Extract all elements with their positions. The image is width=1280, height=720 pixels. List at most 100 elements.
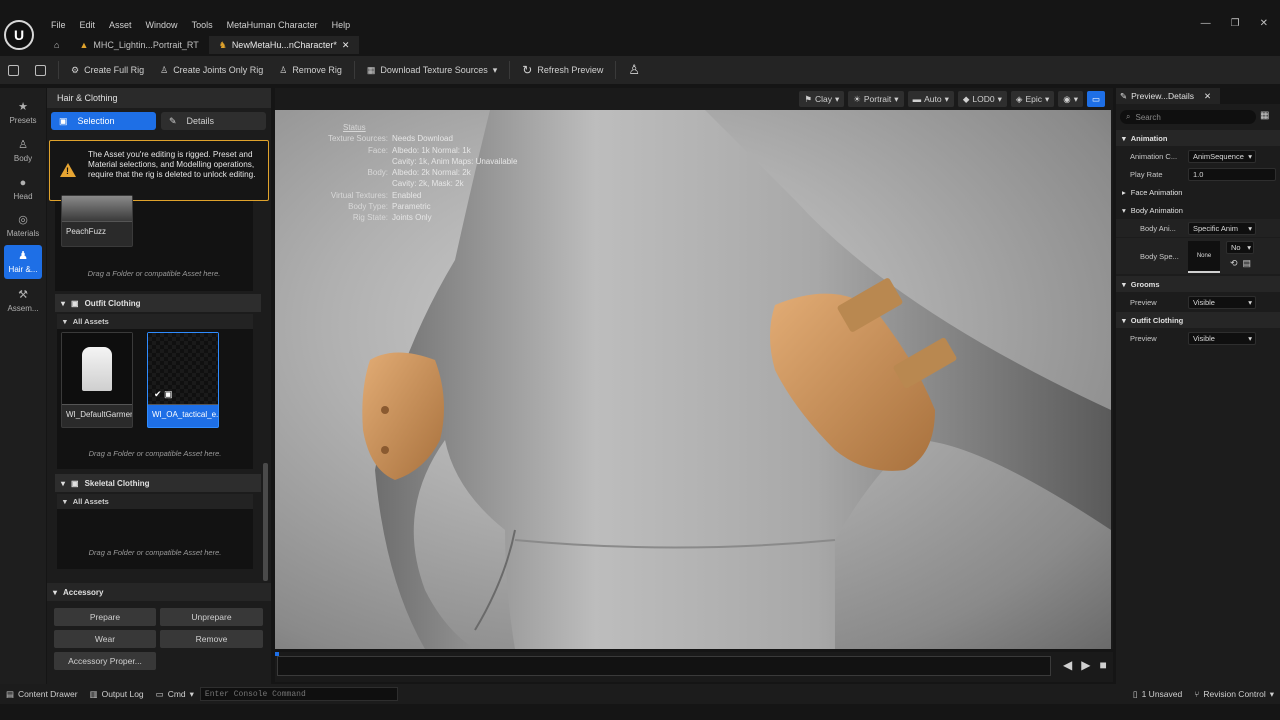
- menu-file[interactable]: File: [44, 19, 73, 31]
- lighting-dropdown[interactable]: ☀ Portrait ▾: [848, 91, 904, 107]
- skeletal-clothing-header[interactable]: ▾ ▣ Skeletal Clothing: [55, 474, 261, 492]
- skeletal-clothing-label: Skeletal Clothing: [84, 478, 150, 488]
- tab-details[interactable]: ✎ Details: [161, 112, 266, 130]
- camera-dropdown[interactable]: ▬ Auto ▾: [907, 91, 954, 107]
- accessory-properties-button[interactable]: Accessory Proper...: [54, 652, 156, 670]
- chevron-down-icon: ▾: [1269, 688, 1274, 699]
- grooms-preview-dropdown[interactable]: Visible ▾: [1188, 296, 1256, 309]
- body-spec-dropdown[interactable]: No ▾: [1226, 241, 1254, 254]
- unreal-logo-icon[interactable]: U: [4, 20, 34, 50]
- remove-rig-button[interactable]: ♙ Remove Rig: [271, 56, 350, 84]
- revision-control-button[interactable]: ⑂ Revision Control ▾: [1188, 689, 1280, 700]
- refresh-preview-label: Refresh Preview: [537, 65, 604, 75]
- menu-window[interactable]: Window: [139, 19, 185, 31]
- close-icon[interactable]: ✕: [342, 40, 350, 51]
- tab-character[interactable]: ♞ NewMetaHu...nCharacter* ✕: [208, 36, 360, 54]
- outfit-preview-label: Preview: [1130, 333, 1157, 343]
- layout-toggle[interactable]: ▭: [1086, 91, 1105, 107]
- minimize-icon[interactable]: —: [1201, 18, 1211, 29]
- skeletal-asset-area: Drag a Folder or compatible Asset here.: [57, 509, 253, 569]
- save-button[interactable]: [0, 56, 27, 84]
- peachfuzz-asset[interactable]: PeachFuzz: [61, 195, 133, 247]
- grooms-preview-value: Visible: [1193, 298, 1215, 307]
- animation-section[interactable]: ▾ Animation: [1116, 130, 1280, 146]
- play-icon[interactable]: ▶: [1081, 658, 1090, 672]
- user-button[interactable]: ♙: [620, 56, 648, 84]
- rail-body[interactable]: ♙ Body: [4, 134, 42, 168]
- view-mode-dropdown[interactable]: ⚑ Clay ▾: [799, 91, 845, 107]
- rail-materials[interactable]: ◎ Materials: [4, 209, 42, 243]
- grid-view-icon[interactable]: ▦: [1260, 110, 1269, 121]
- create-joints-only-rig-button[interactable]: ♙ Create Joints Only Rig: [152, 56, 271, 84]
- outfit-clothing-header[interactable]: ▾ ▣ Outfit Clothing: [55, 294, 261, 312]
- grooms-section[interactable]: ▾ Grooms: [1116, 276, 1280, 292]
- browse-button[interactable]: [27, 56, 54, 84]
- browse-icon[interactable]: ▤: [1243, 258, 1252, 269]
- rail-assembly[interactable]: ⚒ Assem...: [4, 284, 42, 318]
- cmd-dropdown[interactable]: ▭ Cmd ▾: [150, 689, 200, 700]
- skeletal-all-assets-header[interactable]: ▾ All Assets: [57, 494, 253, 509]
- maximize-icon[interactable]: ❐: [1231, 18, 1240, 29]
- menu-help[interactable]: Help: [325, 19, 358, 31]
- menu-edit[interactable]: Edit: [73, 19, 103, 31]
- use-selected-icon[interactable]: ⟲: [1230, 258, 1238, 269]
- default-garment-asset[interactable]: WI_DefaultGarment: [61, 332, 133, 428]
- body-animation-section[interactable]: ▾ Body Animation: [1116, 202, 1280, 218]
- user-icon: ♙: [628, 62, 641, 77]
- content-drawer-button[interactable]: ▤ Content Drawer: [0, 689, 84, 700]
- quality-dropdown[interactable]: ◈ Epic ▾: [1010, 91, 1055, 107]
- stat-key: Face:: [367, 145, 388, 155]
- accessory-header[interactable]: ▾ Accessory: [47, 583, 271, 601]
- tab-selection[interactable]: ▣ Selection: [51, 112, 156, 130]
- animation-label: Animation: [1130, 133, 1168, 143]
- output-log-button[interactable]: ▥ Output Log: [84, 689, 150, 700]
- home-tab[interactable]: ⌂: [44, 36, 69, 54]
- menu-metahuman-character[interactable]: MetaHuman Character: [220, 19, 325, 31]
- status-bar: ▤Content Drawer ▥Output Log ▭Cmd▾ ▯1 Uns…: [0, 684, 1280, 704]
- timeline-track[interactable]: [277, 656, 1051, 676]
- rail-body-label: Body: [13, 153, 33, 163]
- animation-class-dropdown[interactable]: AnimSequence ▾: [1188, 150, 1256, 163]
- terminal-icon: ▭: [155, 688, 164, 699]
- menu-asset[interactable]: Asset: [102, 19, 139, 31]
- face-animation-section[interactable]: ▸ Face Animation: [1116, 184, 1280, 200]
- body-spec-thumbnail[interactable]: None: [1188, 241, 1220, 273]
- remove-button[interactable]: Remove: [160, 630, 263, 648]
- body-anim-dropdown[interactable]: Specific Anim ▾: [1188, 222, 1256, 235]
- outfit-all-assets-header[interactable]: ▾ All Assets: [57, 314, 253, 329]
- tactical-asset[interactable]: ✔ ▣ WI_OA_tactical_e...: [147, 332, 219, 428]
- show-dropdown[interactable]: ◉ ▾: [1058, 91, 1083, 107]
- play-rate-input[interactable]: 1.0: [1188, 168, 1276, 181]
- stop-icon[interactable]: ■: [1099, 658, 1106, 672]
- light-icon: ☀: [853, 93, 861, 104]
- wear-button[interactable]: Wear: [54, 630, 156, 648]
- outfit-preview-dropdown[interactable]: Visible ▾: [1188, 332, 1256, 345]
- lod-label: LOD0: [972, 94, 995, 104]
- chevron-down-icon: ▾: [1248, 298, 1252, 307]
- prepare-button[interactable]: Prepare: [54, 608, 156, 626]
- rig-icon: ⚙: [71, 64, 80, 75]
- outfit-clothing-section[interactable]: ▾ Outfit Clothing: [1116, 312, 1280, 328]
- details-search[interactable]: ⌕ Search: [1120, 110, 1256, 124]
- menu-tools[interactable]: Tools: [185, 19, 220, 31]
- rail-hair-clothing[interactable]: ♟ Hair &...: [4, 245, 42, 279]
- grooms-preview-label: Preview: [1130, 297, 1157, 307]
- panel-scrollbar[interactable]: [263, 463, 268, 581]
- previous-icon[interactable]: ◀: [1063, 658, 1072, 672]
- create-full-rig-button[interactable]: ⚙ Create Full Rig: [63, 56, 152, 84]
- view-mode-label: Clay: [814, 94, 832, 104]
- rail-presets[interactable]: ★ Presets: [4, 96, 42, 130]
- tab-lighting[interactable]: ▲ MHC_Lightin...Portrait_RT: [69, 36, 208, 54]
- refresh-preview-button[interactable]: ↻ Refresh Preview: [514, 56, 611, 84]
- download-texture-sources-button[interactable]: ▦ Download Texture Sources ▾: [359, 56, 505, 84]
- window-close-icon[interactable]: ✕: [1260, 18, 1268, 29]
- unprepare-button[interactable]: Unprepare: [160, 608, 263, 626]
- close-icon[interactable]: ✕: [1204, 91, 1211, 102]
- lod-dropdown[interactable]: ◆ LOD0 ▾: [957, 91, 1007, 107]
- details-tab[interactable]: ✎ Preview...Details ✕: [1116, 88, 1220, 104]
- unsaved-button[interactable]: ▯ 1 Unsaved: [1127, 689, 1188, 700]
- console-input[interactable]: [199, 687, 398, 701]
- stat-value: Albedo: 2k Normal: 2k: [392, 168, 471, 178]
- rail-head[interactable]: ● Head: [4, 172, 42, 206]
- body-anim-label: Body Ani...: [1140, 223, 1176, 233]
